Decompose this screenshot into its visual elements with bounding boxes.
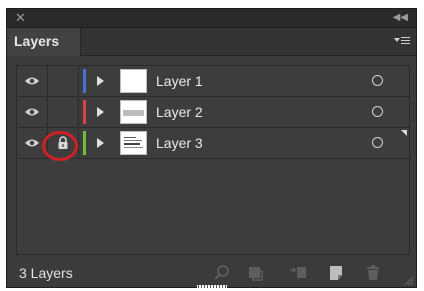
layer-color-bar — [83, 131, 86, 155]
eye-icon — [25, 108, 39, 116]
resize-grip-icon[interactable] — [404, 276, 414, 286]
layer-name[interactable]: Layer 1 — [156, 66, 203, 96]
delete-layer-icon[interactable] — [364, 264, 382, 282]
expand-arrow-icon[interactable] — [97, 76, 104, 86]
make-clipping-mask-icon[interactable] — [247, 264, 265, 282]
dock-grip-icon[interactable] — [197, 285, 227, 288]
visibility-toggle[interactable] — [17, 97, 48, 127]
target-circle-icon[interactable] — [372, 75, 383, 86]
lock-toggle[interactable] — [48, 66, 79, 96]
panel-titlebar: ✕ ◀◀ — [7, 9, 416, 28]
collapse-panel-icon[interactable]: ◀◀ — [393, 9, 408, 27]
expand-arrow-icon[interactable] — [97, 138, 104, 148]
create-sublayer-icon[interactable] — [289, 264, 307, 282]
layer-row[interactable]: Layer 2 — [17, 97, 409, 128]
layer-row[interactable]: Layer 1 — [17, 66, 409, 97]
layer-thumbnail — [120, 100, 147, 124]
target-circle-icon[interactable] — [372, 106, 383, 117]
eye-icon — [25, 139, 39, 147]
layer-name[interactable]: Layer 3 — [156, 128, 203, 158]
layer-color-bar — [83, 100, 86, 124]
tab-layers[interactable]: Layers — [7, 28, 81, 56]
locate-object-icon[interactable] — [213, 264, 231, 282]
create-new-layer-icon[interactable] — [327, 264, 345, 282]
panel-menu-icon[interactable] — [394, 34, 410, 48]
panel-tab-row: Layers — [7, 28, 416, 56]
layer-name[interactable]: Layer 2 — [156, 97, 203, 127]
visibility-toggle[interactable] — [17, 66, 48, 96]
expand-arrow-icon[interactable] — [97, 107, 104, 117]
layer-color-bar — [83, 69, 86, 93]
target-circle-icon[interactable] — [372, 137, 383, 148]
lock-highlight-annotation — [42, 131, 78, 161]
layers-list: Layer 1 Layer 2 Layer 3 — [16, 65, 410, 255]
selected-art-indicator — [401, 130, 407, 136]
layer-count: 3 Layers — [19, 265, 73, 281]
panel-footer: 3 Layers — [7, 260, 416, 288]
eye-icon — [25, 77, 39, 85]
layer-thumbnail — [120, 69, 147, 93]
close-icon[interactable]: ✕ — [15, 9, 26, 27]
layer-thumbnail — [120, 131, 147, 155]
lock-toggle[interactable] — [48, 97, 79, 127]
